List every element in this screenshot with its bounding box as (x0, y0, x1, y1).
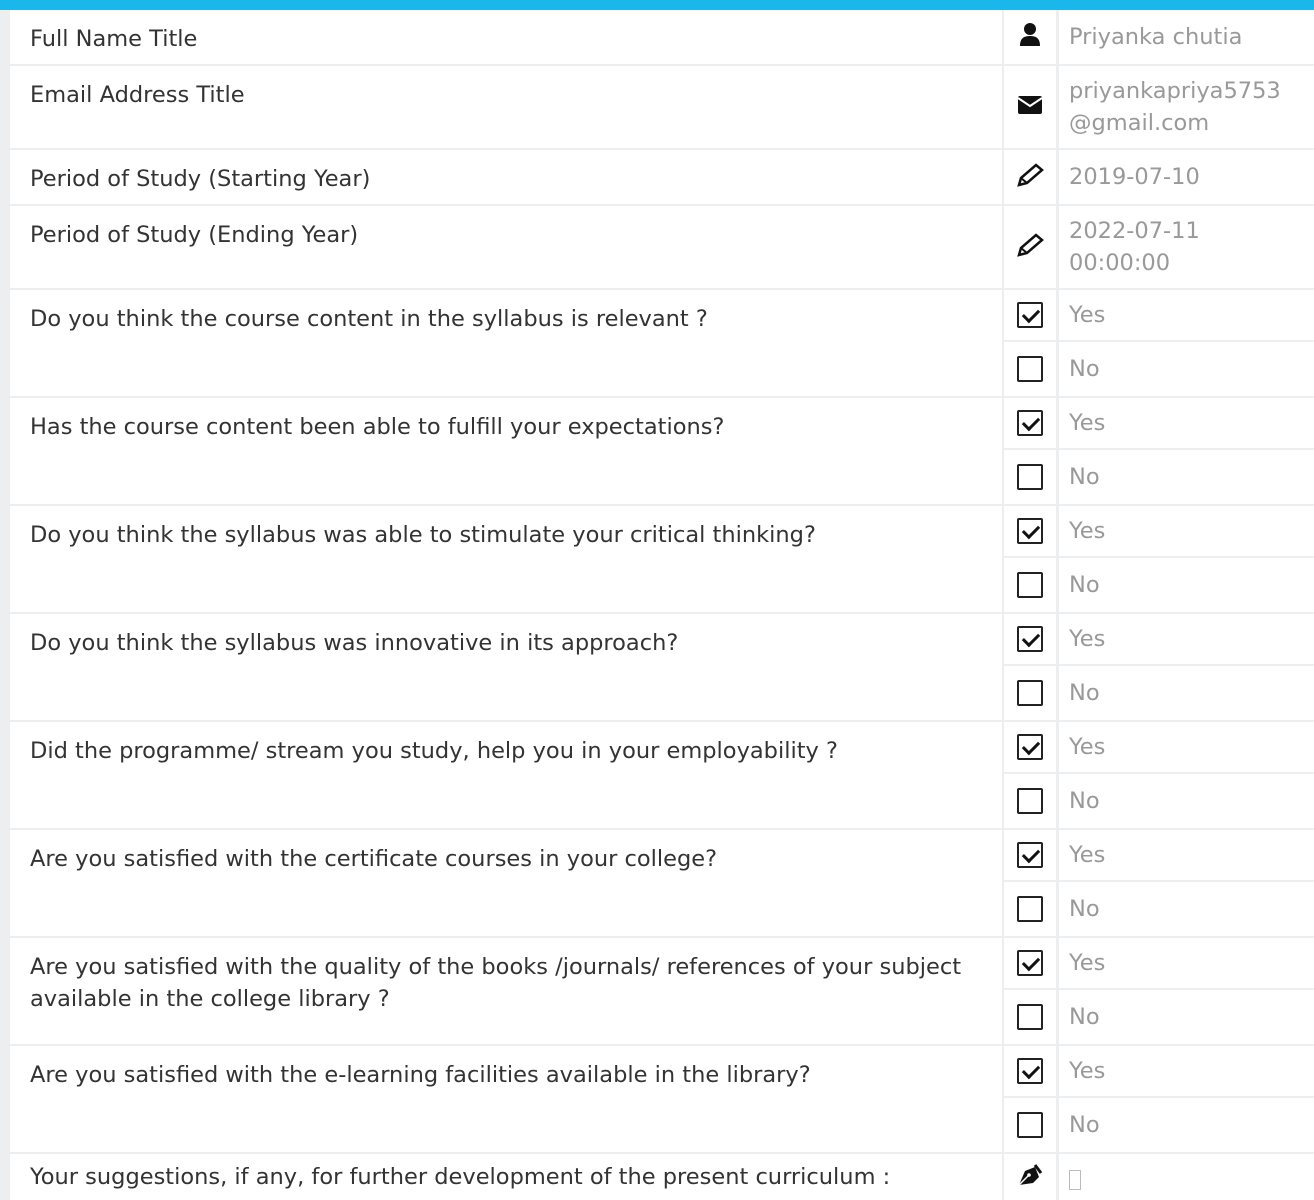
suggestions-row: Your suggestions, if any, for further de… (0, 1154, 1314, 1200)
top-accent-bar (0, 0, 1314, 10)
question-row: Are you satisfied with the e-learning fa… (0, 1046, 1314, 1154)
yes-option-label: Yes (1056, 290, 1314, 342)
email-row: Email Address Title priyankapriya5753@gm… (0, 66, 1314, 150)
no-option-label: No (1056, 558, 1314, 612)
yes-checkbox[interactable] (1017, 302, 1043, 328)
question-row: Has the course content been able to fulf… (0, 398, 1314, 506)
yes-checkbox[interactable] (1017, 734, 1043, 760)
no-checkbox[interactable] (1017, 788, 1043, 814)
no-checkbox[interactable] (1017, 464, 1043, 490)
suggestions-label: Your suggestions, if any, for further de… (0, 1154, 1002, 1200)
yes-checkbox[interactable] (1017, 950, 1043, 976)
yes-option-label: Yes (1056, 1046, 1314, 1098)
question-text: Did the programme/ stream you study, hel… (0, 722, 1002, 828)
pencil-icon (1016, 233, 1044, 261)
start-year-value: 2019-07-10 (1056, 150, 1314, 204)
yes-checkbox[interactable] (1017, 1058, 1043, 1084)
question-text: Are you satisfied with the e-learning fa… (0, 1046, 1002, 1152)
no-checkbox[interactable] (1017, 1004, 1043, 1030)
yes-checkbox[interactable] (1017, 842, 1043, 868)
start-year-label: Period of Study (Starting Year) (0, 150, 1002, 204)
no-checkbox[interactable] (1017, 1112, 1043, 1138)
end-year-row: Period of Study (Ending Year) 2022-07-11… (0, 206, 1314, 290)
question-row: Did the programme/ stream you study, hel… (0, 722, 1314, 830)
email-value: priyankapriya5753@gmail.com (1056, 66, 1307, 148)
pen-nib-icon (1017, 1163, 1043, 1191)
question-text: Are you satisfied with the quality of th… (0, 938, 1002, 1044)
question-text: Has the course content been able to fulf… (0, 398, 1002, 504)
yes-option-label: Yes (1056, 830, 1314, 882)
no-option-label: No (1056, 342, 1314, 396)
no-checkbox[interactable] (1017, 356, 1043, 382)
question-text: Do you think the course content in the s… (0, 290, 1002, 396)
question-row: Do you think the course content in the s… (0, 290, 1314, 398)
no-option-label: No (1056, 1098, 1314, 1152)
yes-option-label: Yes (1056, 938, 1314, 990)
question-row: Are you satisfied with the certificate c… (0, 830, 1314, 938)
response-table: Full Name Title Priyanka chutia Email Ad… (0, 10, 1314, 1200)
empty-glyph-icon (1069, 1170, 1081, 1190)
pencil-icon (1016, 163, 1044, 191)
full-name-row: Full Name Title Priyanka chutia (0, 10, 1314, 66)
yes-option-label: Yes (1056, 506, 1314, 558)
no-option-label: No (1056, 990, 1314, 1044)
no-option-label: No (1056, 666, 1314, 720)
yes-option-label: Yes (1056, 614, 1314, 666)
yes-checkbox[interactable] (1017, 626, 1043, 652)
yes-option-label: Yes (1056, 722, 1314, 774)
no-checkbox[interactable] (1017, 572, 1043, 598)
no-option-label: No (1056, 882, 1314, 936)
question-text: Do you think the syllabus was innovative… (0, 614, 1002, 720)
user-icon (1019, 23, 1041, 51)
start-year-row: Period of Study (Starting Year) 2019-07-… (0, 150, 1314, 206)
end-year-label: Period of Study (Ending Year) (0, 206, 1002, 288)
yes-checkbox[interactable] (1017, 410, 1043, 436)
full-name-value: Priyanka chutia (1056, 10, 1314, 64)
question-row: Do you think the syllabus was innovative… (0, 614, 1314, 722)
suggestions-value[interactable] (1056, 1154, 1314, 1200)
full-name-label: Full Name Title (0, 10, 1002, 64)
no-option-label: No (1056, 450, 1314, 504)
question-row: Are you satisfied with the quality of th… (0, 938, 1314, 1046)
no-checkbox[interactable] (1017, 680, 1043, 706)
end-year-value: 2022-07-11 00:00:00 (1056, 206, 1259, 288)
envelope-icon (1017, 95, 1043, 119)
email-label: Email Address Title (0, 66, 1002, 148)
yes-option-label: Yes (1056, 398, 1314, 450)
yes-checkbox[interactable] (1017, 518, 1043, 544)
question-text: Do you think the syllabus was able to st… (0, 506, 1002, 612)
question-text: Are you satisfied with the certificate c… (0, 830, 1002, 936)
no-checkbox[interactable] (1017, 896, 1043, 922)
question-row: Do you think the syllabus was able to st… (0, 506, 1314, 614)
no-option-label: No (1056, 774, 1314, 828)
